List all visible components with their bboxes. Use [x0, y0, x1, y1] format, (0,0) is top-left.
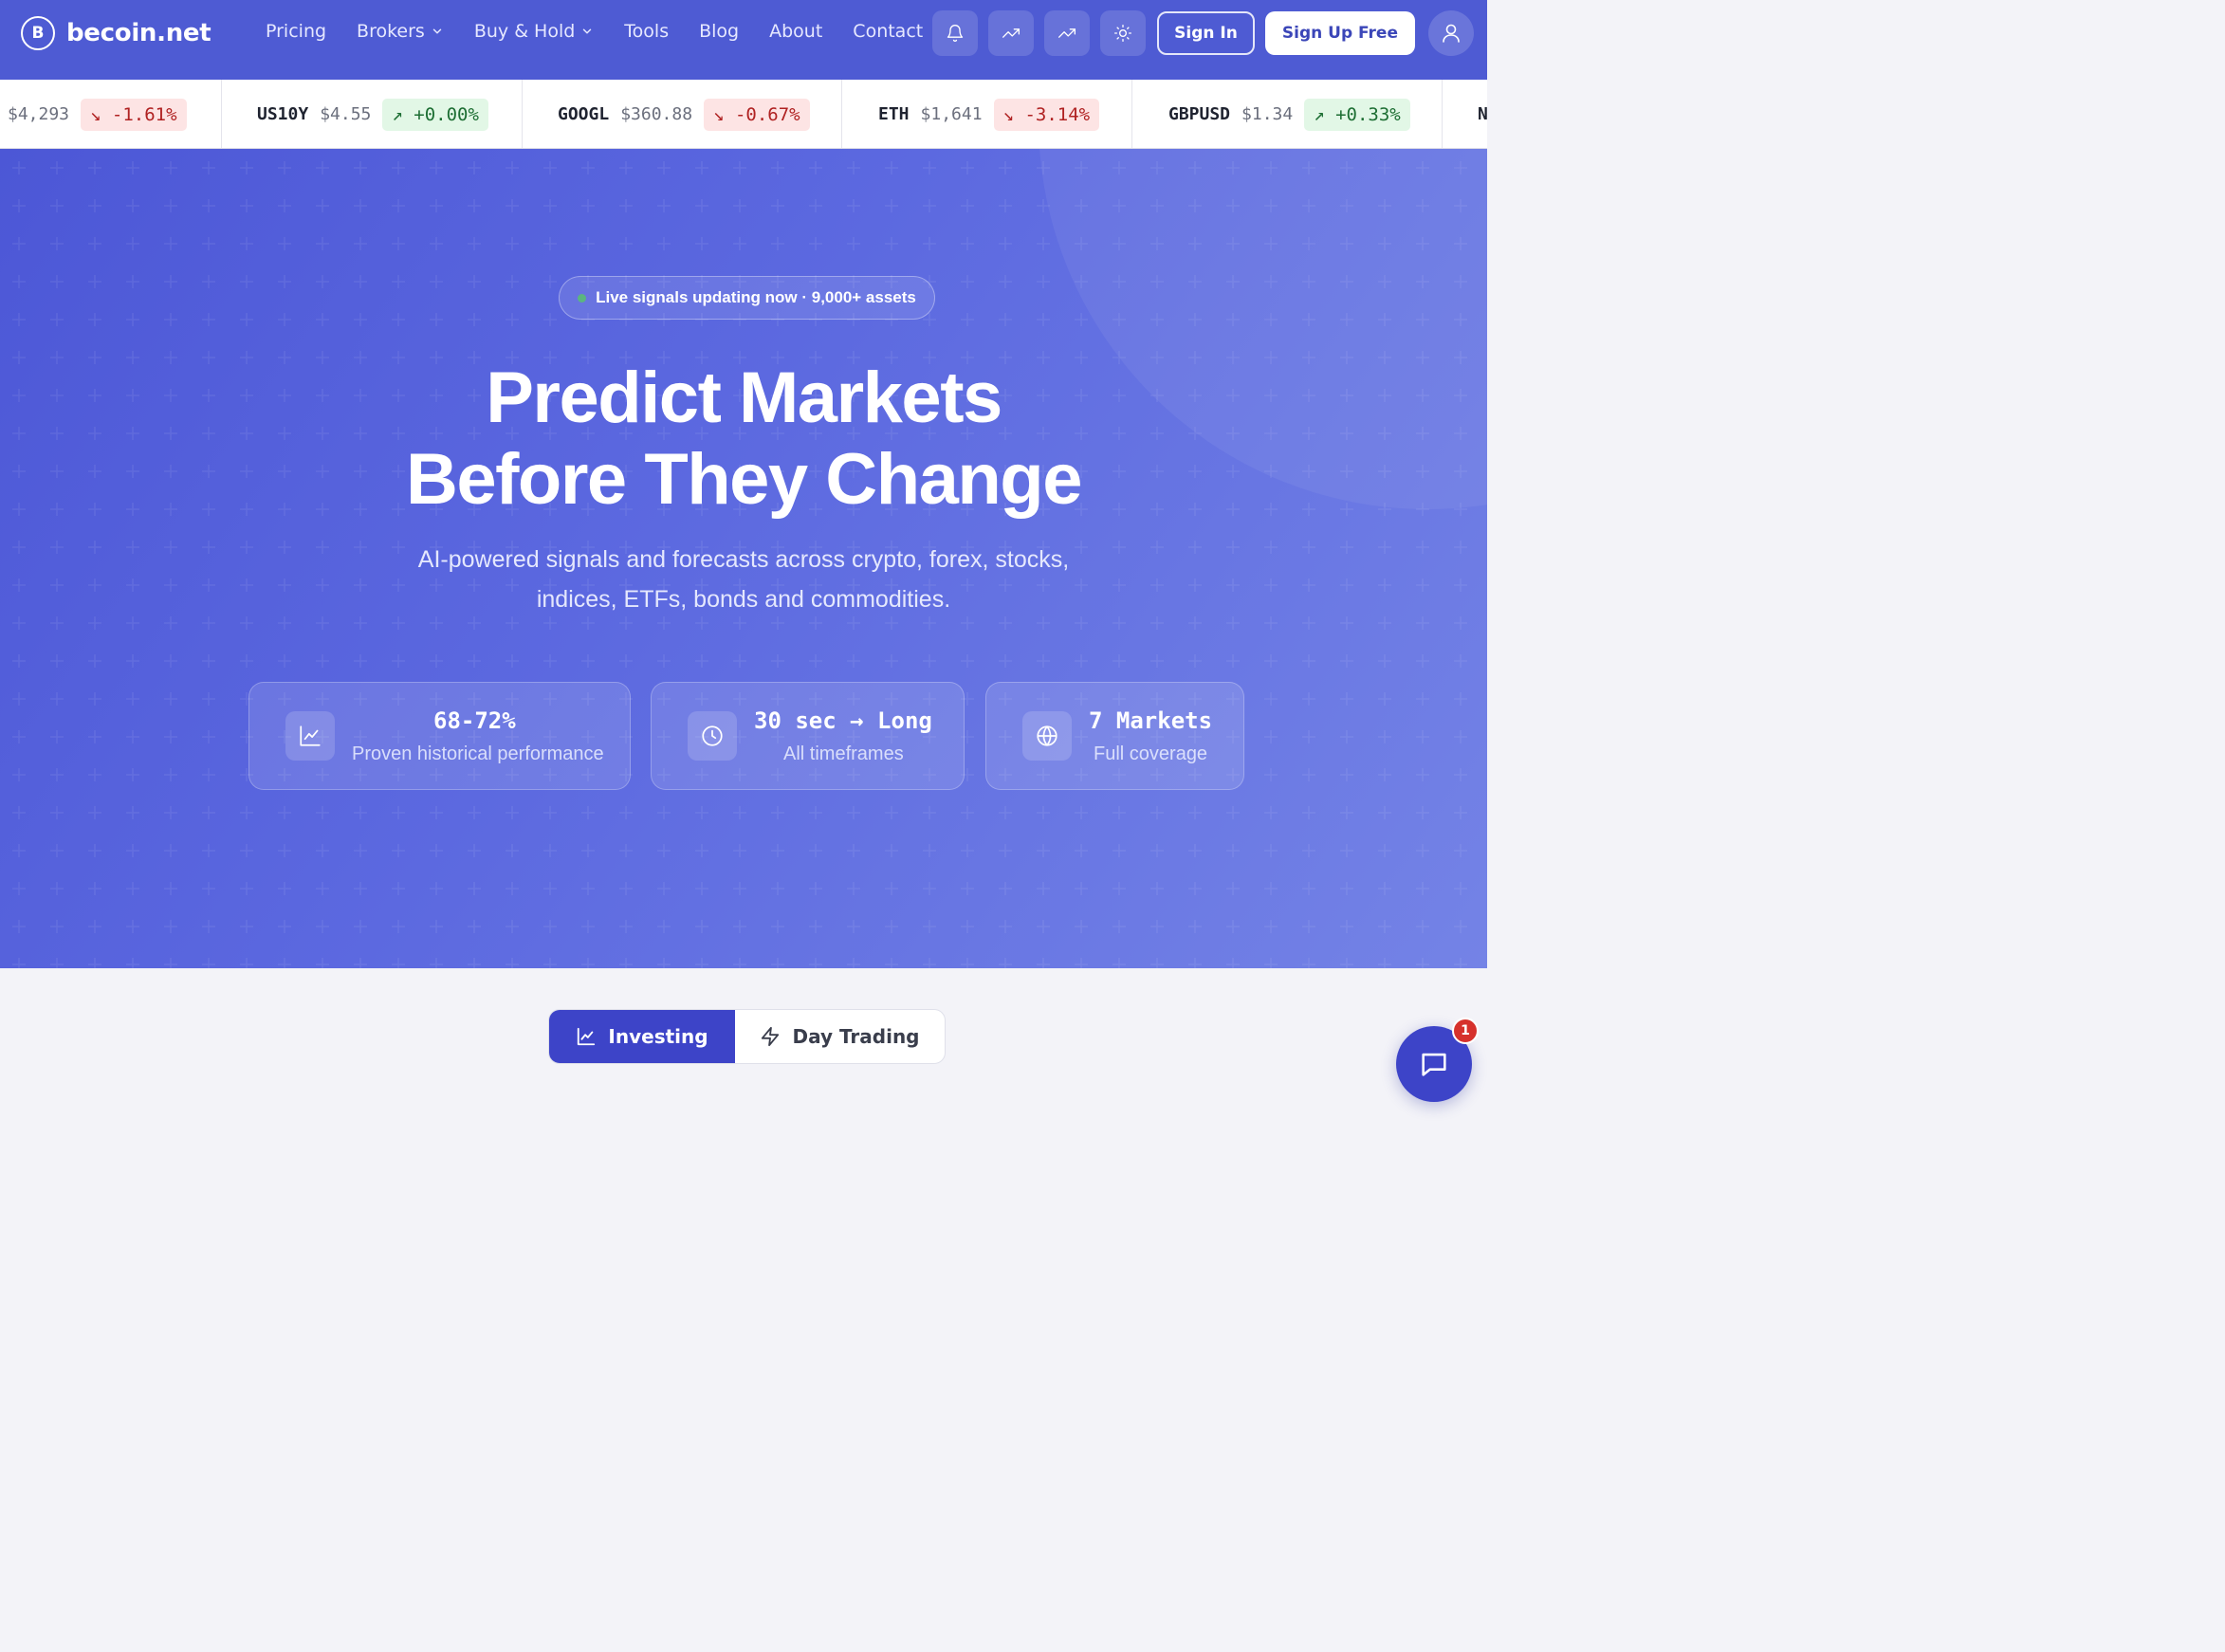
trending-up-icon: [1002, 28, 1021, 38]
top-navbar: B becoin.net Pricing Brokers Buy & Hold …: [0, 0, 1487, 80]
stat-icon-box: [1022, 711, 1072, 761]
live-signals-text: Live signals updating now · 9,000+ asset…: [596, 288, 916, 306]
main-menu: Pricing Brokers Buy & Hold Tools Blog Ab…: [266, 21, 953, 42]
subheadline-line-1: AI-powered signals and forecasts across …: [417, 546, 1070, 573]
stat-icon-box: [688, 711, 737, 761]
headline-line-1: Predict Markets: [486, 358, 1002, 438]
ticker-symbol: GOOGL: [558, 104, 610, 124]
hero-subheadline: AI-powered signals and forecasts across …: [0, 540, 1487, 619]
user-icon: [1443, 24, 1460, 43]
ticker-item[interactable]: N: [1443, 80, 1487, 148]
stat-value: 68-72%: [433, 707, 516, 734]
tab-investing[interactable]: Investing: [549, 1010, 735, 1063]
stat-card-markets: 7 Markets Full coverage: [985, 682, 1244, 790]
trending-button[interactable]: [988, 10, 1035, 56]
trending-up-icon: [1058, 28, 1076, 38]
globe-icon: [1037, 725, 1057, 746]
price-ticker: $4,293 ↘ -1.61% US10Y $4.55 ↗ +0.00% GOO…: [0, 80, 1487, 149]
chat-bubble-icon: [1422, 1053, 1446, 1076]
ticker-symbol: US10Y: [257, 104, 309, 124]
theme-toggle-button[interactable]: [1100, 10, 1147, 56]
subheadline-line-2: indices, ETFs, bonds and commodities.: [536, 586, 951, 613]
chart-line-icon: [300, 725, 321, 746]
tab-day-trading[interactable]: Day Trading: [735, 1010, 945, 1063]
stat-label: Full coverage: [1094, 743, 1208, 764]
ticker-change: ↘ -1.61%: [81, 98, 187, 131]
signals-button[interactable]: [1044, 10, 1091, 56]
stat-card-timeframes: 30 sec → Long All timeframes: [651, 682, 965, 790]
user-menu-button[interactable]: [1428, 10, 1474, 56]
stat-icon-box: [285, 711, 335, 761]
live-dot-icon: [578, 293, 587, 303]
notifications-button[interactable]: [932, 10, 979, 56]
tab-day-trading-label: Day Trading: [792, 1025, 920, 1048]
sun-icon: [1114, 25, 1132, 42]
hero-headline: Predict Markets Before They Change: [0, 358, 1487, 521]
ticker-symbol: GBPUSD: [1168, 104, 1231, 124]
ticker-symbol: N: [1478, 104, 1487, 124]
stat-card-performance: 68-72% Proven historical performance: [248, 682, 631, 790]
nav-item-blog[interactable]: Blog: [699, 21, 739, 42]
nav-item-label: Tools: [624, 21, 670, 42]
nav-item-label: Contact: [853, 21, 924, 42]
ticker-change: ↘ -0.67%: [704, 98, 810, 131]
chat-notification-badge: 1: [1452, 1018, 1479, 1044]
nav-item-label: Pricing: [266, 21, 327, 42]
ticker-item[interactable]: GOOGL $360.88 ↘ -0.67%: [523, 80, 842, 148]
ticker-item[interactable]: ETH $1,641 ↘ -3.14%: [842, 80, 1132, 148]
bell-icon: [947, 25, 964, 42]
ticker-change: ↗ +0.00%: [382, 98, 488, 131]
live-signals-badge: Live signals updating now · 9,000+ asset…: [559, 276, 935, 320]
nav-item-pricing[interactable]: Pricing: [266, 21, 326, 42]
nav-item-about[interactable]: About: [769, 21, 822, 42]
ticker-item[interactable]: $4,293 ↘ -1.61%: [0, 80, 222, 148]
ticker-item[interactable]: GBPUSD $1.34 ↗ +0.33%: [1132, 80, 1443, 148]
ticker-symbol: ETH: [878, 104, 910, 124]
stat-value: 7 Markets: [1089, 707, 1213, 734]
brand-logo[interactable]: B becoin.net: [21, 16, 211, 50]
nav-item-buy-hold[interactable]: Buy & Hold: [474, 21, 594, 42]
headline-line-2: Before They Change: [405, 439, 1083, 520]
nav-actions: Sign In Sign Up Free: [932, 10, 1474, 56]
hero-section: Live signals updating now · 9,000+ asset…: [0, 149, 1487, 968]
brand-name: becoin.net: [66, 19, 211, 47]
ticker-price: $4.55: [320, 104, 372, 124]
nav-item-label: About: [769, 21, 823, 42]
lightning-icon: [762, 1026, 780, 1047]
sign-in-button[interactable]: Sign In: [1157, 11, 1255, 55]
chart-line-icon: [578, 1027, 596, 1046]
sign-up-button[interactable]: Sign Up Free: [1264, 11, 1415, 55]
ticker-price: $360.88: [620, 104, 693, 124]
nav-item-label: Buy & Hold: [473, 21, 576, 42]
nav-item-contact[interactable]: Contact: [853, 21, 923, 42]
tab-investing-label: Investing: [608, 1025, 708, 1048]
ticker-change: ↘ -3.14%: [993, 98, 1100, 131]
nav-item-brokers[interactable]: Brokers: [357, 21, 444, 42]
stat-label: All timeframes: [783, 743, 904, 764]
logo-mark: B: [21, 16, 55, 50]
nav-item-label: Blog: [699, 21, 740, 42]
ticker-price: $4,293: [8, 104, 70, 124]
chevron-down-icon: [432, 28, 442, 34]
ticker-price: $1.34: [1241, 104, 1294, 124]
clock-icon: [702, 725, 723, 746]
mode-tabs: Investing Day Trading: [548, 1009, 946, 1064]
nav-item-tools[interactable]: Tools: [624, 21, 669, 42]
ticker-item[interactable]: US10Y $4.55 ↗ +0.00%: [222, 80, 523, 148]
stat-value: 30 sec → Long: [754, 707, 932, 734]
nav-item-label: Brokers: [357, 21, 425, 42]
ticker-price: $1,641: [920, 104, 983, 124]
ticker-change: ↗ +0.33%: [1304, 98, 1410, 131]
chevron-down-icon: [583, 28, 592, 34]
stat-label: Proven historical performance: [352, 743, 604, 764]
